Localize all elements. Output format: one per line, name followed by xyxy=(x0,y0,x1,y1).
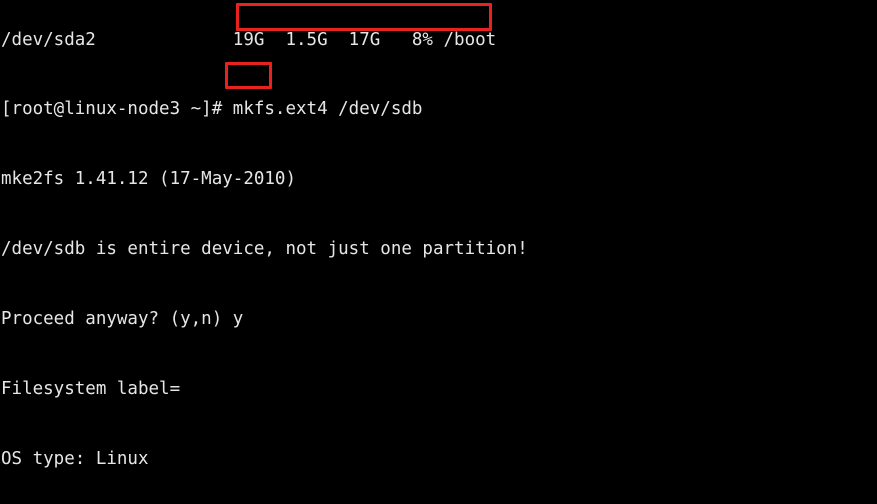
terminal-line-confirm: Proceed anyway? (y,n) y xyxy=(1,309,244,330)
terminal-line-command: [root@linux-node3 ~]# mkfs.ext4 /dev/sdb xyxy=(1,99,423,120)
terminal-line: /dev/sda2 19G 1.5G 17G 8% /boot xyxy=(1,29,497,50)
terminal-window[interactable]: /dev/sda2 19G 1.5G 17G 8% /boot [root@li… xyxy=(0,0,877,504)
terminal-line: OS type: Linux xyxy=(1,448,149,469)
terminal-line: Filesystem label= xyxy=(1,379,181,400)
terminal-output: /dev/sda2 19G 1.5G 17G 8% /boot [root@li… xyxy=(0,0,877,504)
terminal-line: mke2fs 1.41.12 (17-May-2010) xyxy=(1,169,297,190)
terminal-line: /dev/sdb is entire device, not just one … xyxy=(1,239,528,260)
